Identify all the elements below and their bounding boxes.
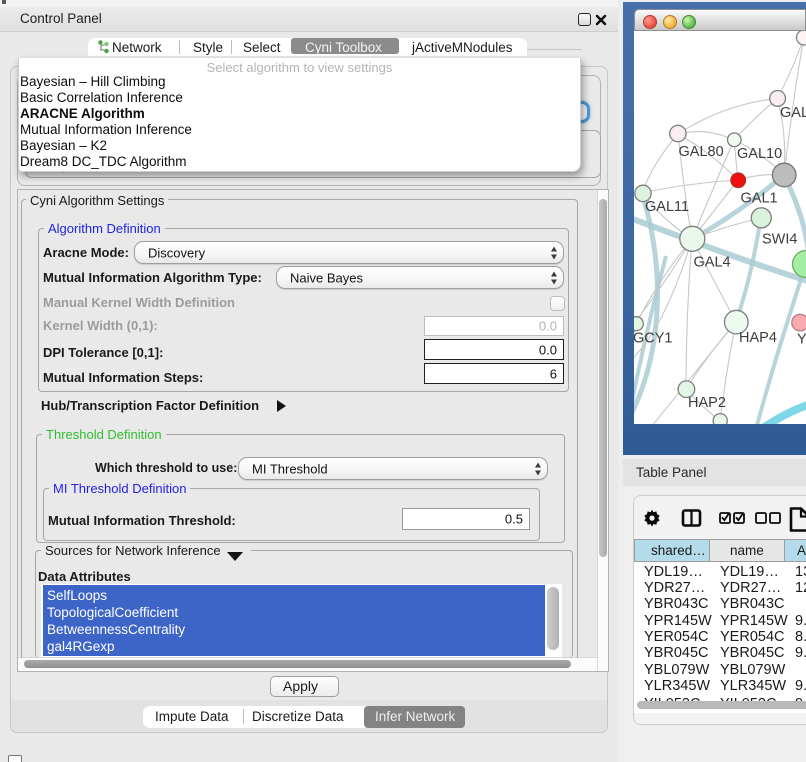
svg-text:HAP2: HAP2 bbox=[688, 395, 726, 411]
svg-text:GAL10: GAL10 bbox=[737, 146, 782, 162]
svg-text:HAP4: HAP4 bbox=[739, 330, 777, 346]
svg-text:GCY1: GCY1 bbox=[634, 331, 673, 347]
svg-text:GAL2: GAL2 bbox=[780, 105, 806, 121]
svg-text:GAL4: GAL4 bbox=[694, 255, 731, 271]
svg-text:SWI4: SWI4 bbox=[762, 232, 797, 248]
svg-text:GAL80: GAL80 bbox=[679, 144, 724, 160]
svg-text:YE: YE bbox=[797, 332, 806, 348]
svg-text:GAL11: GAL11 bbox=[645, 199, 689, 215]
svg-text:GAL1: GAL1 bbox=[741, 191, 778, 207]
